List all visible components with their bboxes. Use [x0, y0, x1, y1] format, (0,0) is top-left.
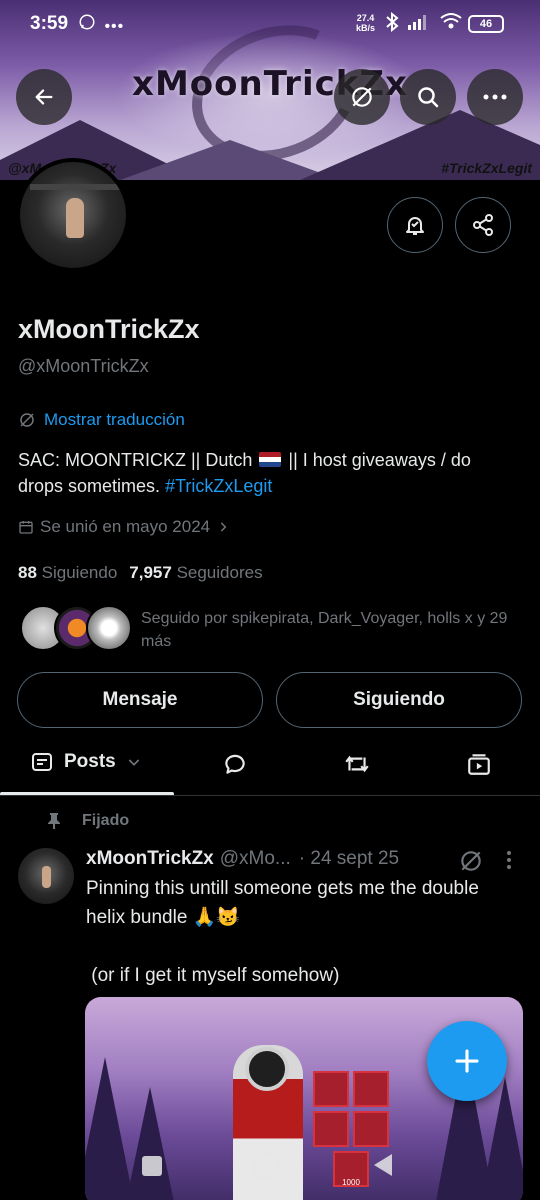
pinned-label: Fijado [46, 812, 129, 830]
system-back-button[interactable] [374, 1154, 392, 1176]
mutual-followers-avatars[interactable] [20, 605, 132, 653]
whatsapp-icon: ••• [78, 13, 124, 36]
status-time: 3:59 [30, 13, 69, 34]
plus-icon [455, 1049, 479, 1073]
post-author-handle[interactable]: @xMo... [220, 848, 291, 870]
profile-avatar[interactable] [16, 158, 130, 272]
following-label: Siguiendo [41, 563, 118, 582]
followers-link[interactable]: 7,957 Seguidores [129, 563, 262, 583]
follow-stats: 88 Siguiendo 7,957 Seguidores [18, 563, 263, 583]
followers-count: 7,957 [129, 563, 172, 582]
tab-posts[interactable]: Posts [30, 750, 142, 774]
chevron-down-icon [128, 759, 140, 766]
tabs-divider [0, 795, 540, 796]
avatar-figure [66, 198, 84, 238]
more-options-button[interactable] [467, 69, 523, 125]
network-speed-value: 27.4 [356, 13, 375, 23]
post-author-avatar[interactable] [18, 848, 74, 904]
post-date[interactable]: · 24 sept 25 [299, 848, 399, 870]
search-button[interactable] [400, 69, 456, 125]
message-button[interactable]: Mensaje [17, 672, 263, 728]
banner-handle-right: #TrickZxLegit [441, 160, 532, 176]
pin-icon [48, 813, 60, 829]
tab-posts-label: Posts [64, 751, 116, 772]
network-speed: 27.4 kB/s [356, 13, 375, 33]
retweet-icon [345, 755, 369, 773]
media-item-tile [353, 1071, 389, 1107]
show-translation-link[interactable]: Mostrar traducción [18, 410, 185, 430]
avatar-shelf [30, 184, 120, 190]
tab-reposts[interactable] [343, 751, 371, 782]
wifi-icon [440, 12, 462, 35]
following-link[interactable]: 88 Siguiendo [18, 563, 117, 583]
post-author-name[interactable]: xMoonTrickZx [86, 848, 214, 870]
home-button[interactable] [252, 1152, 280, 1180]
joined-date-label: Se unió en mayo 2024 [40, 517, 211, 536]
joined-date[interactable]: Se unió en mayo 2024 [18, 517, 230, 537]
show-translation-label: Mostrar traducción [44, 410, 185, 429]
tab-replies[interactable] [222, 751, 248, 782]
post-text: Pinning this untill someone gets me the … [86, 878, 479, 986]
more-icon [483, 94, 507, 100]
tab-media[interactable] [466, 751, 492, 782]
more-vertical-icon [507, 851, 511, 869]
profile-handle: @xMoonTrickZx [18, 356, 149, 376]
system-navigation-bar [0, 1140, 540, 1200]
profile-bio: SAC: MOONTRICKZ || Dutch || I host givea… [18, 447, 518, 499]
profile-tabs: Posts [0, 735, 540, 796]
grok-icon [461, 851, 481, 871]
compose-post-button[interactable] [427, 1021, 507, 1101]
pinned-text: Fijado [82, 812, 130, 829]
back-arrow-icon [35, 89, 53, 105]
bluetooth-icon [385, 11, 399, 37]
avatar [86, 605, 132, 651]
media-item-tile [313, 1071, 349, 1107]
media-icon [468, 754, 490, 775]
signal-icon [408, 14, 426, 30]
more-notifications-icon: ••• [104, 18, 125, 35]
followers-label: Seguidores [176, 563, 263, 582]
netherlands-flag-icon [259, 452, 282, 467]
recents-button[interactable] [142, 1156, 162, 1176]
share-button[interactable] [455, 197, 511, 253]
posts-icon [32, 753, 52, 771]
calendar-icon [19, 521, 33, 534]
media-character-head [245, 1047, 289, 1091]
avatar-figure [42, 866, 51, 888]
translate-icon [352, 87, 372, 107]
post-more-button[interactable] [506, 850, 512, 876]
translate-button[interactable] [334, 69, 390, 125]
network-speed-unit: kB/s [356, 23, 376, 33]
post-header: xMoonTrickZx @xMo... · 24 sept 25 [86, 848, 526, 871]
following-button[interactable]: Siguiendo [276, 672, 522, 728]
followed-by-text[interactable]: Seguido por spikepirata, Dark_Voyager, h… [141, 607, 521, 653]
following-count: 88 [18, 563, 37, 582]
grok-icon [20, 413, 34, 427]
share-icon [473, 214, 493, 236]
notifications-button[interactable] [387, 197, 443, 253]
banner-title: xMoonTrickZx [132, 64, 408, 104]
status-bar: 3:59 ••• 27.4 kB/s 46 [0, 0, 540, 48]
replies-icon [225, 754, 245, 774]
search-icon [418, 87, 439, 108]
back-button[interactable] [16, 69, 72, 125]
bio-hashtag-link[interactable]: #TrickZxLegit [165, 476, 272, 496]
battery-indicator: 46 [468, 15, 504, 33]
notification-bell-icon [406, 217, 424, 235]
chevron-right-icon [220, 522, 227, 532]
bio-text: SAC: MOONTRICKZ || Dutch [18, 450, 253, 470]
profile-name: xMoonTrickZx [18, 314, 200, 344]
